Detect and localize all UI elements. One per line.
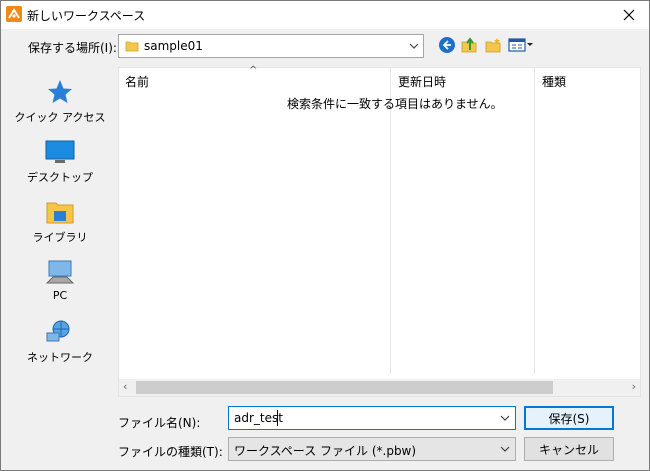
save-button-label: 保存(S): [548, 411, 590, 426]
scroll-right-icon[interactable]: ›: [632, 380, 636, 393]
title-bar: 新しいワークスペース: [1, 1, 649, 29]
column-header-name[interactable]: 名前: [125, 73, 149, 90]
pc-icon: [45, 260, 75, 284]
library-folder-icon: [46, 202, 74, 224]
places-bar: クイック アクセス デスクトップ ライブラリ PC ネットワーク: [10, 69, 116, 397]
location-label: 保存する場所(I):: [28, 41, 117, 55]
place-label: クイック アクセス: [14, 111, 106, 124]
save-button[interactable]: 保存(S): [524, 406, 614, 430]
filetype-label: ファイルの種類(T):: [118, 445, 223, 459]
column-divider: [534, 68, 535, 374]
desktop-icon: [45, 140, 75, 163]
chevron-down-icon: [409, 43, 419, 49]
place-quick-access[interactable]: クイック アクセス: [10, 79, 110, 125]
place-label: ネットワーク: [27, 351, 93, 364]
filename-label: ファイル名(N):: [118, 416, 201, 430]
chevron-down-icon[interactable]: [500, 414, 510, 422]
cancel-button-label: キャンセル: [538, 442, 599, 457]
horizontal-scrollbar[interactable]: ‹ ›: [119, 379, 640, 396]
network-icon: [46, 320, 70, 342]
filename-field[interactable]: adr_test: [228, 406, 516, 430]
save-dialog: 新しいワークスペース 保存する場所(I): sample01 クイック アクセス…: [0, 0, 650, 471]
place-label: デスクトップ: [27, 171, 93, 184]
star-icon: [48, 80, 72, 103]
window-title: 新しいワークスペース: [27, 9, 146, 23]
folder-icon: [125, 41, 139, 52]
place-desktop[interactable]: デスクトップ: [10, 139, 110, 185]
text-caret: [277, 410, 278, 426]
scroll-left-icon[interactable]: ‹: [123, 380, 127, 393]
column-divider: [390, 68, 391, 374]
up-folder-icon[interactable]: [460, 36, 478, 54]
place-network[interactable]: ネットワーク: [10, 319, 110, 365]
cancel-button[interactable]: キャンセル: [524, 437, 614, 461]
column-header-modified[interactable]: 更新日時: [398, 73, 446, 90]
empty-message: 検索条件に一致する項目はありません。: [287, 97, 503, 111]
app-icon: [6, 6, 22, 22]
file-list[interactable]: ^ 名前 更新日時 種類 検索条件に一致する項目はありません。 ‹ ›: [118, 65, 641, 397]
sort-up-icon: ^: [249, 65, 258, 76]
column-header-type[interactable]: 種類: [542, 73, 566, 90]
filetype-value: ワークスペース ファイル (*.pbw): [234, 444, 417, 458]
close-icon: [623, 9, 635, 21]
back-icon[interactable]: [438, 36, 456, 54]
location-combo[interactable]: sample01: [118, 34, 424, 58]
place-label: PC: [52, 289, 68, 302]
filetype-select[interactable]: ワークスペース ファイル (*.pbw): [228, 437, 516, 461]
filename-value: adr_test: [234, 411, 283, 425]
place-pc[interactable]: PC: [10, 259, 110, 302]
location-value: sample01: [144, 39, 203, 53]
place-library[interactable]: ライブラリ: [10, 199, 110, 245]
chevron-down-icon: [500, 446, 510, 452]
place-label: ライブラリ: [32, 231, 88, 244]
view-menu-icon[interactable]: [508, 36, 534, 54]
scrollbar-thumb[interactable]: [136, 381, 553, 394]
close-button[interactable]: [609, 1, 649, 29]
new-folder-icon[interactable]: [484, 36, 502, 54]
